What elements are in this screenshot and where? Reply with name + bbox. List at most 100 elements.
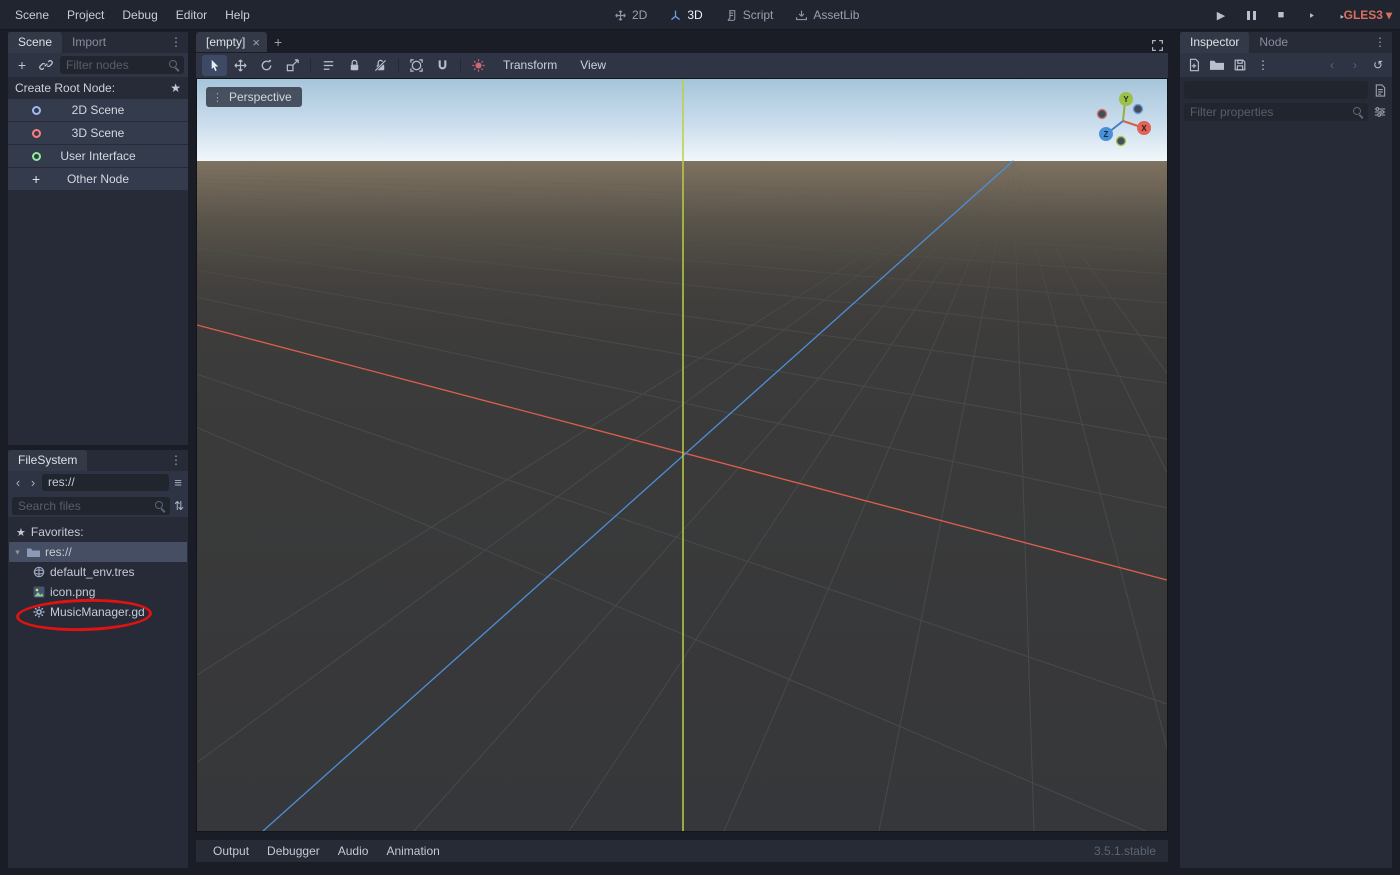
root-option-3d-scene[interactable]: 3D Scene xyxy=(8,122,188,144)
gdscript-icon xyxy=(32,606,45,618)
tree-item-label: icon.png xyxy=(50,585,96,599)
filter-properties-box xyxy=(1184,103,1368,121)
main-menus: Scene Project Debug Editor Help xyxy=(0,0,259,30)
scene-dock-menu-icon[interactable]: ⋮ xyxy=(164,32,188,53)
tab-node[interactable]: Node xyxy=(1249,32,1298,53)
sort-files-icon[interactable]: ⇅ xyxy=(174,499,184,513)
play-button[interactable]: ▶ xyxy=(1212,6,1230,24)
close-icon[interactable]: × xyxy=(252,35,260,50)
toolbar-separator xyxy=(398,58,399,73)
neg-x-axis-ball[interactable] xyxy=(1096,108,1108,120)
y-axis-label: Y xyxy=(1123,95,1129,104)
filesystem-menu-icon[interactable]: ⋮ xyxy=(164,450,188,471)
output-tab[interactable]: Output xyxy=(204,840,258,862)
tree-collapse-icon[interactable]: ▾ xyxy=(13,547,22,558)
tab-import[interactable]: Import xyxy=(62,32,116,53)
tab-inspector[interactable]: Inspector xyxy=(1180,32,1250,53)
animation-tab[interactable]: Animation xyxy=(377,840,448,862)
menu-help[interactable]: Help xyxy=(216,0,259,30)
save-resource-button[interactable] xyxy=(1231,56,1249,74)
open-docs-button[interactable] xyxy=(1372,83,1388,97)
nav-back-button[interactable]: ‹ xyxy=(12,475,24,490)
scene-tabbar: [empty] × + xyxy=(196,32,1168,52)
cursor-icon xyxy=(211,59,219,72)
tab-filesystem[interactable]: FileSystem xyxy=(8,450,88,471)
instance-scene-button[interactable] xyxy=(36,55,56,75)
sliders-icon xyxy=(1374,107,1386,117)
tree-item-musicmanager-gd[interactable]: MusicManager.gd xyxy=(8,602,188,622)
new-scene-tab-button[interactable]: + xyxy=(274,32,282,52)
history-forward-button[interactable]: › xyxy=(1346,56,1364,74)
group-tool-button[interactable] xyxy=(404,55,429,76)
filter-properties-input[interactable] xyxy=(1184,105,1368,119)
tree-item-default-env[interactable]: default_env.tres xyxy=(8,562,188,582)
select-tool-button[interactable] xyxy=(202,55,227,76)
axis-gizmo[interactable]: Y X Z xyxy=(1091,89,1155,153)
object-history-button[interactable]: ↺ xyxy=(1369,56,1387,74)
move-tool-button[interactable] xyxy=(228,55,253,76)
rotate-tool-button[interactable] xyxy=(254,55,279,76)
nav-forward-button[interactable]: › xyxy=(27,475,39,490)
tab-scene[interactable]: Scene xyxy=(8,32,63,53)
expand-sections-button[interactable] xyxy=(1372,106,1388,118)
scale-icon xyxy=(286,59,299,72)
history-back-button[interactable]: ‹ xyxy=(1323,56,1341,74)
scale-tool-button[interactable] xyxy=(280,55,305,76)
snap-tool-button[interactable] xyxy=(430,55,455,76)
current-path[interactable]: res:// xyxy=(42,474,169,491)
load-resource-button[interactable] xyxy=(1208,56,1226,74)
neg-z-axis-ball[interactable] xyxy=(1132,103,1144,115)
resource-extra-menu-icon[interactable]: ⋮ xyxy=(1254,56,1272,74)
stop-button[interactable]: ■ xyxy=(1272,6,1290,24)
split-mode-icon[interactable]: ≡ xyxy=(172,475,184,490)
distraction-free-icon[interactable] xyxy=(1151,39,1164,52)
pause-button[interactable] xyxy=(1242,6,1260,24)
play-scene-button[interactable] xyxy=(1302,6,1320,24)
toolbar-separator xyxy=(460,58,461,73)
sun-preview-button[interactable] xyxy=(466,55,491,76)
object-name-row xyxy=(1180,77,1392,99)
perspective-menu[interactable]: ⋮ Perspective xyxy=(206,87,302,107)
tree-item-favorites[interactable]: ★ Favorites: xyxy=(8,522,188,542)
debugger-tab[interactable]: Debugger xyxy=(258,840,329,862)
workspace-3d-button[interactable]: 3D xyxy=(661,0,710,30)
scene-tab-empty[interactable]: [empty] × xyxy=(196,32,267,52)
favorites-star-icon[interactable]: ★ xyxy=(170,81,181,95)
control-icon xyxy=(32,151,41,161)
transform-menu[interactable]: Transform xyxy=(492,53,568,78)
bottom-panel-bar: Output Debugger Audio Animation 3.5.1.st… xyxy=(196,840,1168,862)
search-files-input[interactable] xyxy=(12,498,170,513)
unlock-tool-button[interactable] xyxy=(368,55,393,76)
rotate-icon xyxy=(261,59,272,71)
neg-y-axis-ball[interactable] xyxy=(1115,135,1127,147)
filesystem-dock: FileSystem ⋮ ‹ › res:// ≡ ⇅ ★ Favorites:… xyxy=(8,450,188,868)
menu-editor[interactable]: Editor xyxy=(167,0,216,30)
scene-tab-label: [empty] xyxy=(206,35,246,49)
workspace-2d-button[interactable]: 2D xyxy=(606,0,655,30)
list-select-tool-button[interactable] xyxy=(316,55,341,76)
view-menu[interactable]: View xyxy=(569,53,617,78)
new-resource-button[interactable] xyxy=(1185,56,1203,74)
audio-tab[interactable]: Audio xyxy=(329,840,378,862)
inspector-menu-icon[interactable]: ⋮ xyxy=(1368,32,1392,53)
add-node-button[interactable]: + xyxy=(12,55,32,75)
filesystem-tabbar: FileSystem ⋮ xyxy=(8,450,188,471)
lock-tool-button[interactable] xyxy=(342,55,367,76)
root-option-other-node[interactable]: + Other Node xyxy=(8,168,188,190)
menu-scene[interactable]: Scene xyxy=(6,0,58,30)
workspace-assetlib-button[interactable]: AssetLib xyxy=(787,0,867,30)
root-option-2d-scene[interactable]: 2D Scene xyxy=(8,99,188,121)
renderer-dropdown[interactable]: GLES3 ▾ xyxy=(1344,0,1392,30)
menu-debug[interactable]: Debug xyxy=(113,0,166,30)
3d-viewport[interactable]: ⋮ Perspective Y X Z xyxy=(196,78,1168,832)
script-icon xyxy=(727,9,735,21)
root-option-user-interface[interactable]: User Interface xyxy=(8,145,188,167)
filter-nodes-input[interactable] xyxy=(60,58,184,72)
object-name-input[interactable] xyxy=(1184,83,1368,97)
menu-project[interactable]: Project xyxy=(58,0,113,30)
tree-item-icon-png[interactable]: icon.png xyxy=(8,582,188,602)
lock-icon xyxy=(350,59,359,71)
search-icon xyxy=(154,500,166,512)
tree-item-res[interactable]: ▾ res:// xyxy=(9,542,187,562)
workspace-script-button[interactable]: Script xyxy=(717,0,782,30)
